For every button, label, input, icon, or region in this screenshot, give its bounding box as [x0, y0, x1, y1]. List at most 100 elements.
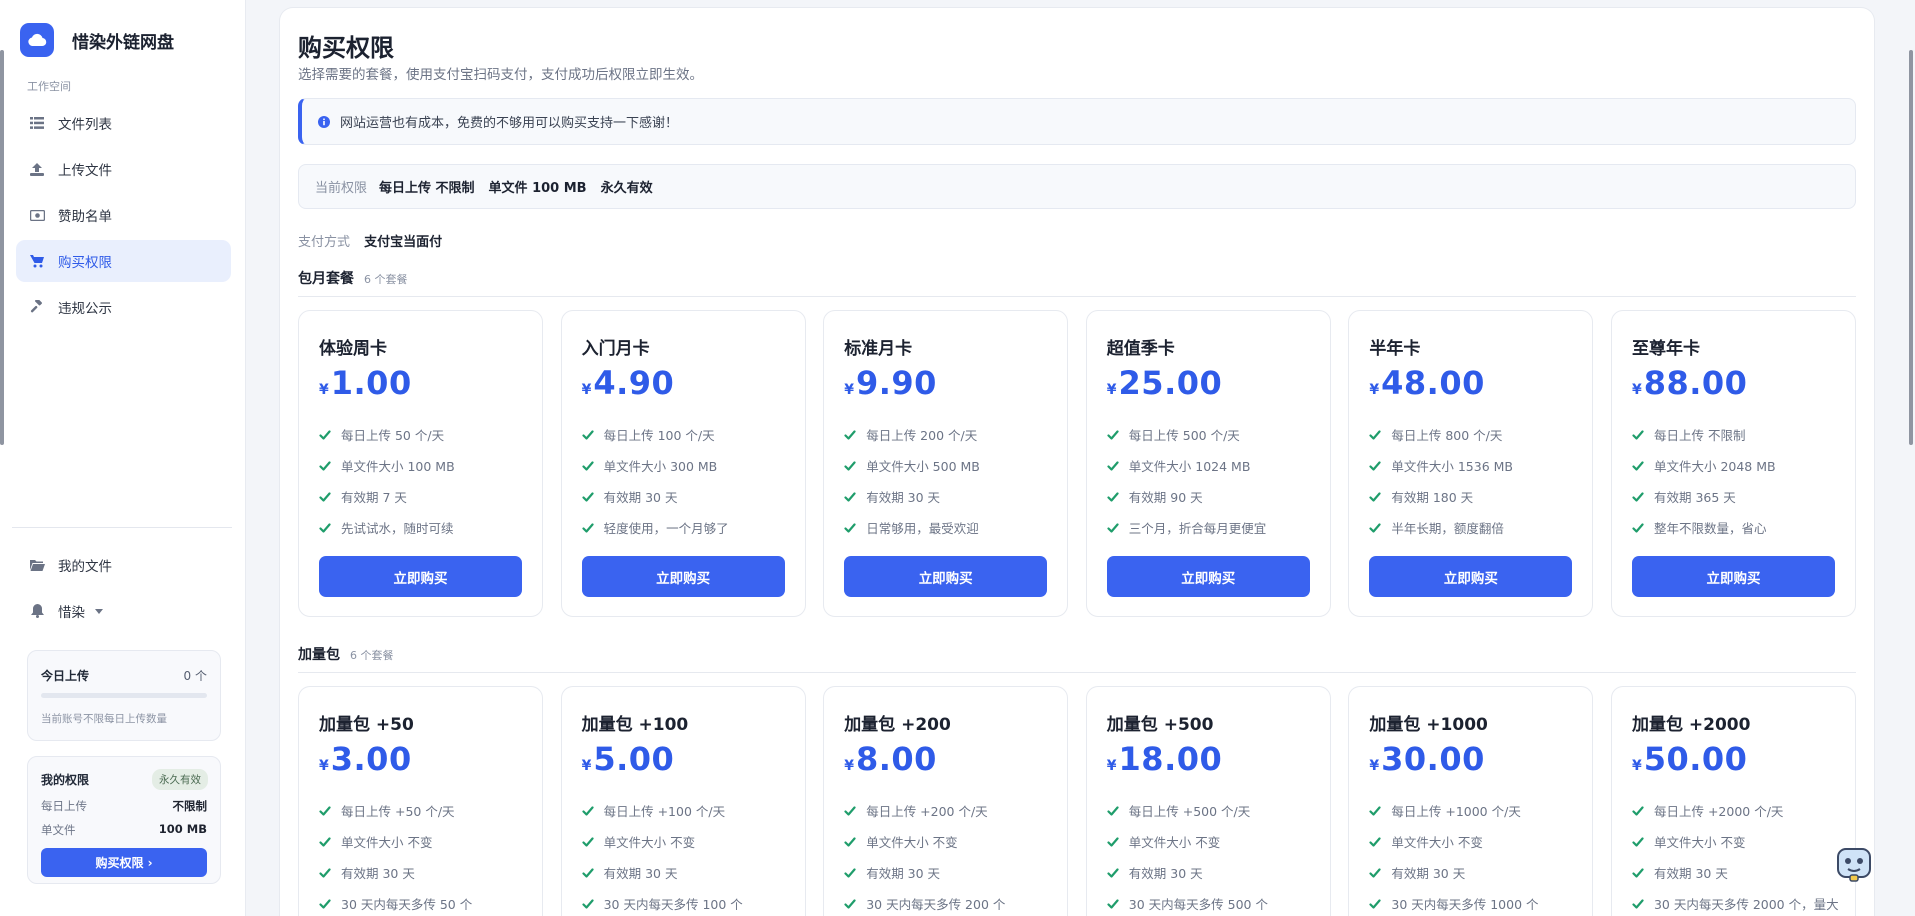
feature-text: 有效期 180 天 [1391, 490, 1474, 505]
permission-daily-value: 不限制 [172, 799, 208, 813]
money-icon [29, 207, 45, 223]
list-icon [29, 115, 45, 131]
current-validity: 永久有效 [600, 181, 653, 196]
plan-feature: 每日上传 +2000 个/天 [1632, 795, 1847, 826]
sidebar-item-violations[interactable]: 违规公示 [16, 286, 231, 328]
gavel-icon [29, 299, 45, 315]
feature-text: 每日上传 +500 个/天 [1128, 804, 1251, 819]
check-icon [1107, 491, 1129, 503]
check-icon [1369, 429, 1391, 441]
price-amount: 1.00 [330, 364, 412, 402]
payment-value: 支付宝当面付 [364, 235, 443, 250]
sidebar-item-label: 赞助名单 [58, 209, 112, 225]
payment-method: 支付方式 支付宝当面付 [298, 231, 442, 250]
feature-text: 半年长期，额度翻倍 [1391, 521, 1504, 536]
buy-now-button[interactable]: 立即购买 [581, 556, 785, 597]
check-icon [1369, 836, 1391, 848]
plan-feature: 有效期 180 天 [1369, 481, 1584, 512]
plan-features: 每日上传 +500 个/天单文件大小 不变 有效期 30 天 30 天内每天多传 5… [1107, 795, 1322, 916]
workspace-label: 工作空间 [27, 80, 71, 93]
check-icon [319, 429, 341, 441]
sidebar: 惜染外链网盘 工作空间 文件列表 上传文件 赞助名单 购买权限 违规公示 我的文… [0, 0, 246, 916]
plan-feature: 有效期 30 天 [1632, 857, 1847, 888]
plan-feature: 日常够用，最受欢迎 [844, 512, 1059, 543]
feature-text: 单文件大小 不变 [866, 835, 958, 850]
sidebar-item-label: 购买权限 [58, 255, 112, 271]
buy-now-button[interactable]: 立即购买 [844, 556, 1048, 597]
check-icon [1107, 522, 1129, 534]
permission-daily: 每日上传 不限制 [41, 798, 207, 814]
sidebar-item-label: 违规公示 [58, 301, 112, 317]
buy-now-button[interactable]: 立即购买 [319, 556, 522, 597]
buy-now-button[interactable]: 立即购买 [1106, 556, 1310, 597]
page-scrollbar[interactable] [1909, 50, 1913, 445]
sidebar-item-my-files[interactable]: 我的文件 [16, 544, 231, 586]
plan-feature: 有效期 7 天 [319, 481, 534, 512]
plan-feature: 30 天内每天多传 200 个 [844, 888, 1059, 916]
check-icon [581, 898, 604, 910]
today-upload-note: 当前账号不限每日上传数量 [41, 713, 167, 725]
plan-features: 每日上传 +100 个/天 单文件大小 不变 有效期 30 天 30 天内每天多传 1… [581, 795, 797, 916]
feature-text: 30 天内每天多传 50 个 [341, 897, 473, 912]
user-name: 惜染 [58, 605, 85, 621]
plan-price: ¥1.00 [319, 364, 412, 402]
plan-name: 标准月卡 [844, 339, 913, 359]
plan-price: ¥3.00 [319, 740, 412, 778]
feature-text: 日常够用，最受欢迎 [866, 521, 979, 536]
mascot-icon[interactable] [1834, 845, 1874, 883]
plan-name: 加量包 +500 [1106, 715, 1214, 735]
feature-text: 单文件大小 不变 [1391, 835, 1483, 850]
plan-feature: 单文件大小 不变 [1107, 826, 1322, 857]
today-upload-label: 今日上传 [41, 669, 90, 683]
check-icon [844, 836, 866, 848]
plan-features: 每日上传 +2000 个/天 单文件大小 不变 有效期 30 天 30 天内每天多传 … [1632, 795, 1847, 916]
sidebar-scrollbar[interactable] [0, 50, 4, 445]
sidebar-item-buy[interactable]: 购买权限 [16, 240, 231, 282]
plan-card: 半年卡 ¥48.00 每日上传 800 个/天 单文件大小 1536 MB 有效期 18… [1348, 310, 1594, 617]
plan-feature: 有效期 30 天 [1107, 857, 1322, 888]
price-amount: 48.00 [1381, 364, 1485, 402]
plan-feature: 有效期 30 天 [844, 857, 1059, 888]
folder-icon [29, 557, 45, 573]
plan-features: 每日上传 +50 个/天 单文件大小 不变 有效期 30 天 30 天内每天多传 50… [319, 795, 534, 916]
plan-features: 每日上传 不限制 单文件大小 2048 MB 有效期 365 天整年不限数量，省心 [1632, 419, 1847, 543]
feature-text: 每日上传 +200 个/天 [866, 804, 988, 819]
currency-symbol: ¥ [1106, 758, 1117, 774]
main-panel: 购买权限 选择需要的套餐，使用支付宝扫码支付，支付成功后权限立即生效。 网站运营… [279, 7, 1875, 916]
currency-symbol: ¥ [1369, 382, 1380, 398]
check-icon [581, 491, 604, 503]
notice-banner: 网站运营也有成本，免费的不够用可以购买支持一下感谢！ [298, 98, 1856, 145]
plan-card: 至尊年卡 ¥88.00 每日上传 不限制 单文件大小 2048 MB 有效期 365 天… [1610, 310, 1856, 617]
plan-feature: 三个月，折合每月更便宜 [1107, 512, 1322, 543]
check-icon [1632, 491, 1654, 503]
group-name: 包月套餐 [298, 271, 354, 287]
plan-price: ¥50.00 [1632, 740, 1747, 778]
plan-feature: 每日上传 +500 个/天 [1107, 795, 1322, 826]
buy-now-button[interactable]: 立即购买 [1369, 556, 1573, 597]
feature-text: 单文件大小 1024 MB [1128, 459, 1251, 474]
plan-feature: 每日上传 800 个/天 [1369, 419, 1584, 450]
check-icon [1107, 805, 1129, 817]
plan-feature: 每日上传 50 个/天 [319, 419, 534, 450]
plan-name: 加量包 +1000 [1369, 715, 1488, 735]
brand[interactable]: 惜染外链网盘 [20, 22, 174, 58]
check-icon [319, 522, 341, 534]
check-icon [844, 429, 866, 441]
buy-permission-button[interactable]: 购买权限 › [41, 848, 207, 877]
price-amount: 5.00 [593, 740, 675, 778]
plan-feature: 单文件大小 不变 [581, 826, 797, 857]
currency-symbol: ¥ [1631, 382, 1642, 398]
check-icon [319, 898, 341, 910]
sidebar-item-file-list[interactable]: 文件列表 [16, 102, 231, 144]
check-icon [844, 460, 866, 472]
permission-title: 我的权限 [41, 773, 90, 787]
user-menu[interactable]: 惜染 [16, 590, 231, 632]
check-icon [581, 460, 604, 472]
buy-now-button[interactable]: 立即购买 [1631, 556, 1835, 597]
sidebar-item-upload[interactable]: 上传文件 [16, 148, 231, 190]
group-count: 6 个套餐 [350, 649, 394, 662]
sidebar-item-sponsors[interactable]: 赞助名单 [16, 194, 231, 236]
plan-feature: 30 天内每天多传 500 个 [1107, 888, 1322, 916]
plan-name: 入门月卡 [581, 339, 650, 359]
plan-price: ¥5.00 [582, 740, 675, 778]
